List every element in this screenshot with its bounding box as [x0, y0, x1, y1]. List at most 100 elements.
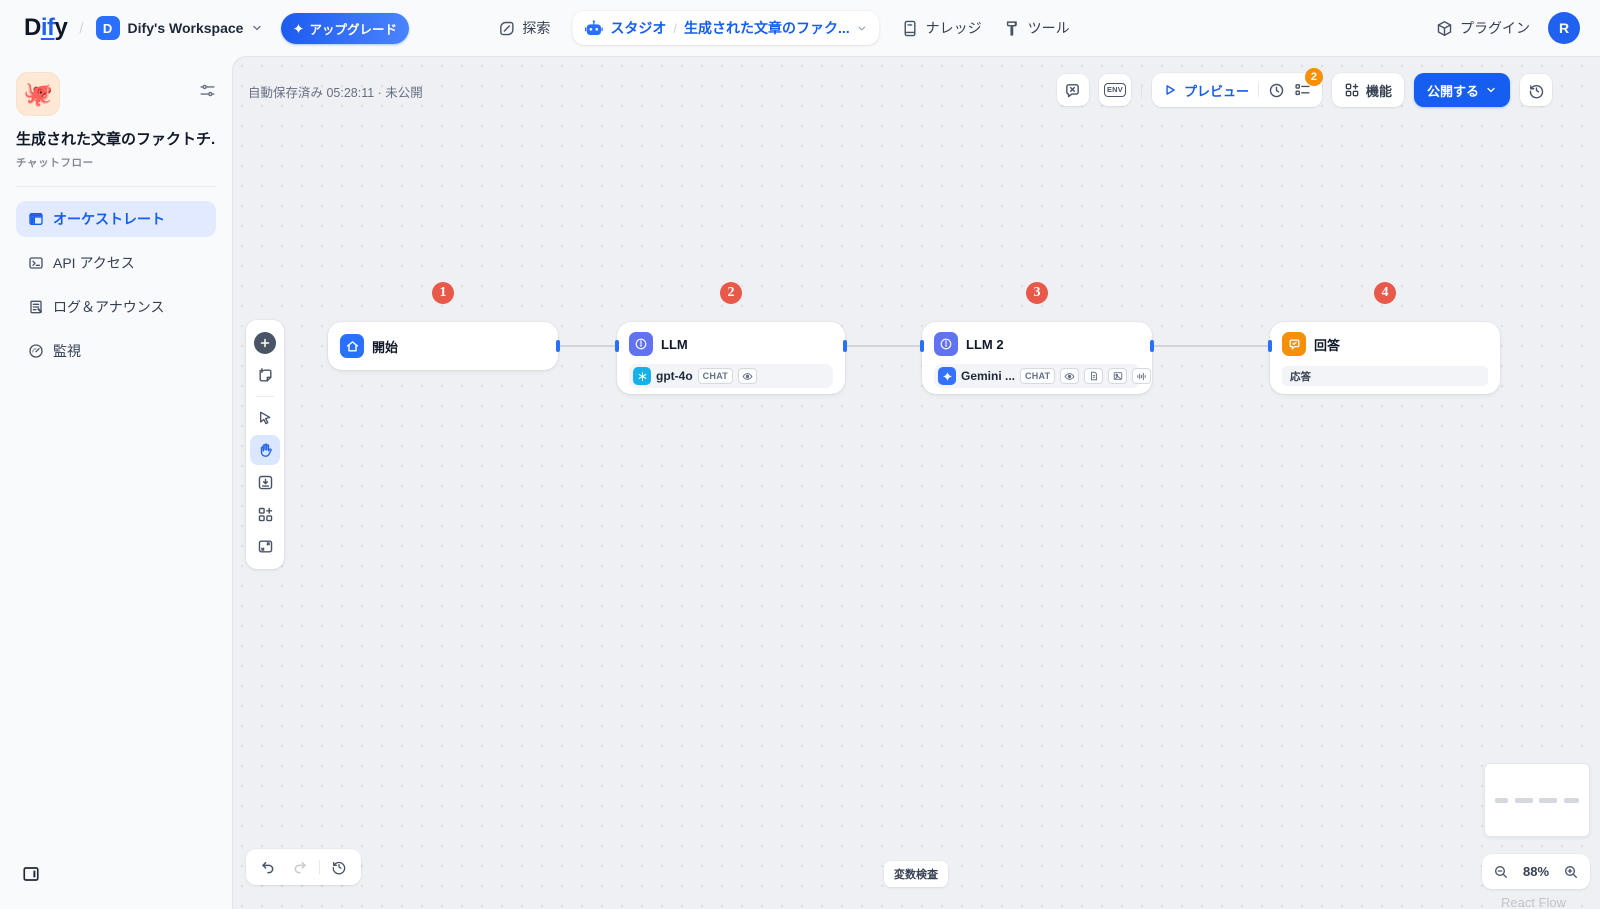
app-breadcrumb: 生成された文章のファク...	[684, 18, 850, 38]
maximize-canvas-button[interactable]	[250, 531, 280, 561]
app-icon[interactable]: 🐙	[16, 72, 60, 116]
nav-knowledge-label: ナレッジ	[926, 18, 982, 38]
node-start[interactable]: 1 開始	[328, 322, 558, 370]
zoom-level[interactable]: 88%	[1518, 864, 1554, 879]
minimap[interactable]	[1484, 763, 1590, 837]
step-badge-2: 2	[720, 282, 742, 304]
explore-icon	[498, 20, 515, 37]
chevron-down-icon	[251, 22, 263, 34]
features-button[interactable]: 機能	[1332, 73, 1404, 107]
nav-studio-pill[interactable]: スタジオ / 生成された文章のファク...	[572, 11, 879, 45]
dify-logo[interactable]: Dify	[24, 14, 67, 42]
change-history-button[interactable]	[323, 852, 355, 882]
step-badge-1: 1	[432, 282, 454, 304]
workspace-selector[interactable]: D Dify's Workspace	[96, 16, 264, 40]
output-handle[interactable]	[843, 340, 847, 352]
input-handle[interactable]	[920, 340, 924, 352]
history-clock-icon	[331, 859, 347, 875]
variable-inspector-tab[interactable]: 変数検査	[884, 861, 948, 887]
workflow-canvas[interactable]: 自動保存済み 05:28:11 · 未公開 ENV プレビュー	[232, 56, 1600, 909]
chevron-down-icon	[857, 23, 868, 34]
nav-explore[interactable]: 探索	[498, 18, 550, 38]
plugins-icon	[1436, 20, 1453, 37]
publish-button[interactable]: 公開する	[1414, 73, 1510, 107]
preview-label: プレビュー	[1184, 81, 1249, 100]
canvas-toolbar: ENV プレビュー 2 機能	[1057, 73, 1552, 107]
nav-plugins[interactable]: プラグイン	[1436, 18, 1530, 38]
edge-start-to-llm[interactable]	[558, 345, 617, 347]
zoom-out-button[interactable]	[1493, 864, 1509, 880]
nav-plugins-label: プラグイン	[1460, 18, 1530, 38]
main-nav: 探索 スタジオ / 生成された文章のファク... ナレッジ ツール	[498, 11, 1069, 45]
add-node-button[interactable]	[250, 328, 280, 358]
chat-variables-button[interactable]	[1057, 74, 1089, 106]
version-history-button[interactable]	[1520, 74, 1552, 106]
export-image-button[interactable]	[250, 467, 280, 497]
edge-llm-to-llm2[interactable]	[845, 345, 922, 347]
answer-bubble-check-icon	[1288, 338, 1301, 351]
sidebar-item-logs[interactable]: ログ＆アナウンス	[16, 289, 216, 325]
node-llm[interactable]: 2 LLM gpt-4o CHAT	[617, 322, 845, 394]
node-answer[interactable]: 4 回答 応答	[1270, 322, 1500, 394]
input-handle[interactable]	[615, 340, 619, 352]
play-icon	[1163, 83, 1177, 97]
vision-badge	[1060, 368, 1079, 384]
output-handle[interactable]	[556, 340, 560, 352]
app-settings-icon[interactable]	[199, 82, 216, 99]
llm-icon	[939, 337, 953, 351]
hand-mode-button[interactable]	[250, 435, 280, 465]
node-title: 開始	[372, 337, 398, 356]
workspace-avatar: D	[96, 16, 120, 40]
model-selector[interactable]: Gemini ... CHAT	[934, 364, 1140, 388]
undo-button[interactable]	[252, 852, 284, 882]
chat-mode-badge: CHAT	[698, 368, 733, 384]
step-badge-4: 4	[1374, 282, 1396, 304]
log-document-icon	[28, 299, 44, 315]
nav-tools[interactable]: ツール	[1004, 18, 1070, 38]
output-handle[interactable]	[1150, 340, 1154, 352]
canvas-control-bar	[246, 320, 284, 569]
run-history-button[interactable]	[1268, 82, 1285, 99]
minimap-node	[1515, 798, 1533, 803]
user-avatar[interactable]: R	[1548, 12, 1580, 44]
node-title: LLM 2	[966, 337, 1004, 352]
add-note-button[interactable]	[250, 360, 280, 390]
step-badge-3: 3	[1026, 282, 1048, 304]
nav-knowledge[interactable]: ナレッジ	[902, 18, 982, 38]
orchestrate-icon	[28, 211, 44, 227]
env-variables-button[interactable]: ENV	[1099, 74, 1131, 106]
input-handle[interactable]	[1268, 340, 1272, 352]
node-llm-2[interactable]: 3 LLM 2 Gemini ... CHAT	[922, 322, 1152, 394]
sidebar-item-api-access[interactable]: API アクセス	[16, 245, 216, 281]
restore-history-icon	[1528, 82, 1545, 99]
gemini-icon	[938, 367, 956, 385]
minimap-node	[1495, 798, 1508, 803]
zoom-in-button[interactable]	[1563, 864, 1579, 880]
sidebar-item-orchestrate[interactable]: オーケストレート	[16, 201, 216, 237]
reactflow-watermark: React Flow	[1501, 895, 1566, 909]
app-type-label: チャットフロー	[16, 155, 216, 170]
checklist-button[interactable]: 2	[1294, 82, 1311, 99]
toolbar-divider	[319, 860, 320, 874]
pointer-mode-button[interactable]	[250, 403, 280, 433]
app-sidebar: 🐙 生成された文章のファクトチ... チャットフロー オーケストレート API …	[0, 56, 232, 909]
edge-llm2-to-answer[interactable]	[1152, 345, 1270, 347]
workspace-name: Dify's Workspace	[128, 20, 244, 36]
app-name: 生成された文章のファクトチ...	[16, 128, 216, 149]
eye-icon	[1064, 371, 1075, 382]
pointer-icon	[257, 410, 273, 426]
redo-button[interactable]	[284, 852, 316, 882]
sparkle-icon	[293, 23, 304, 34]
model-selector[interactable]: gpt-4o CHAT	[629, 364, 833, 388]
sidebar-item-monitoring[interactable]: 監視	[16, 333, 216, 369]
sidebar-item-label: オーケストレート	[53, 209, 165, 229]
features-icon	[1344, 82, 1360, 98]
organize-icon	[257, 506, 274, 523]
preview-button[interactable]: プレビュー	[1163, 81, 1249, 100]
audio-badge	[1132, 368, 1151, 384]
upgrade-button[interactable]: アップグレード	[281, 13, 409, 44]
organize-blocks-button[interactable]	[250, 499, 280, 529]
collapse-sidebar-icon[interactable]	[22, 865, 40, 883]
crumb-separator: /	[673, 21, 677, 36]
video-badge	[1108, 368, 1127, 384]
